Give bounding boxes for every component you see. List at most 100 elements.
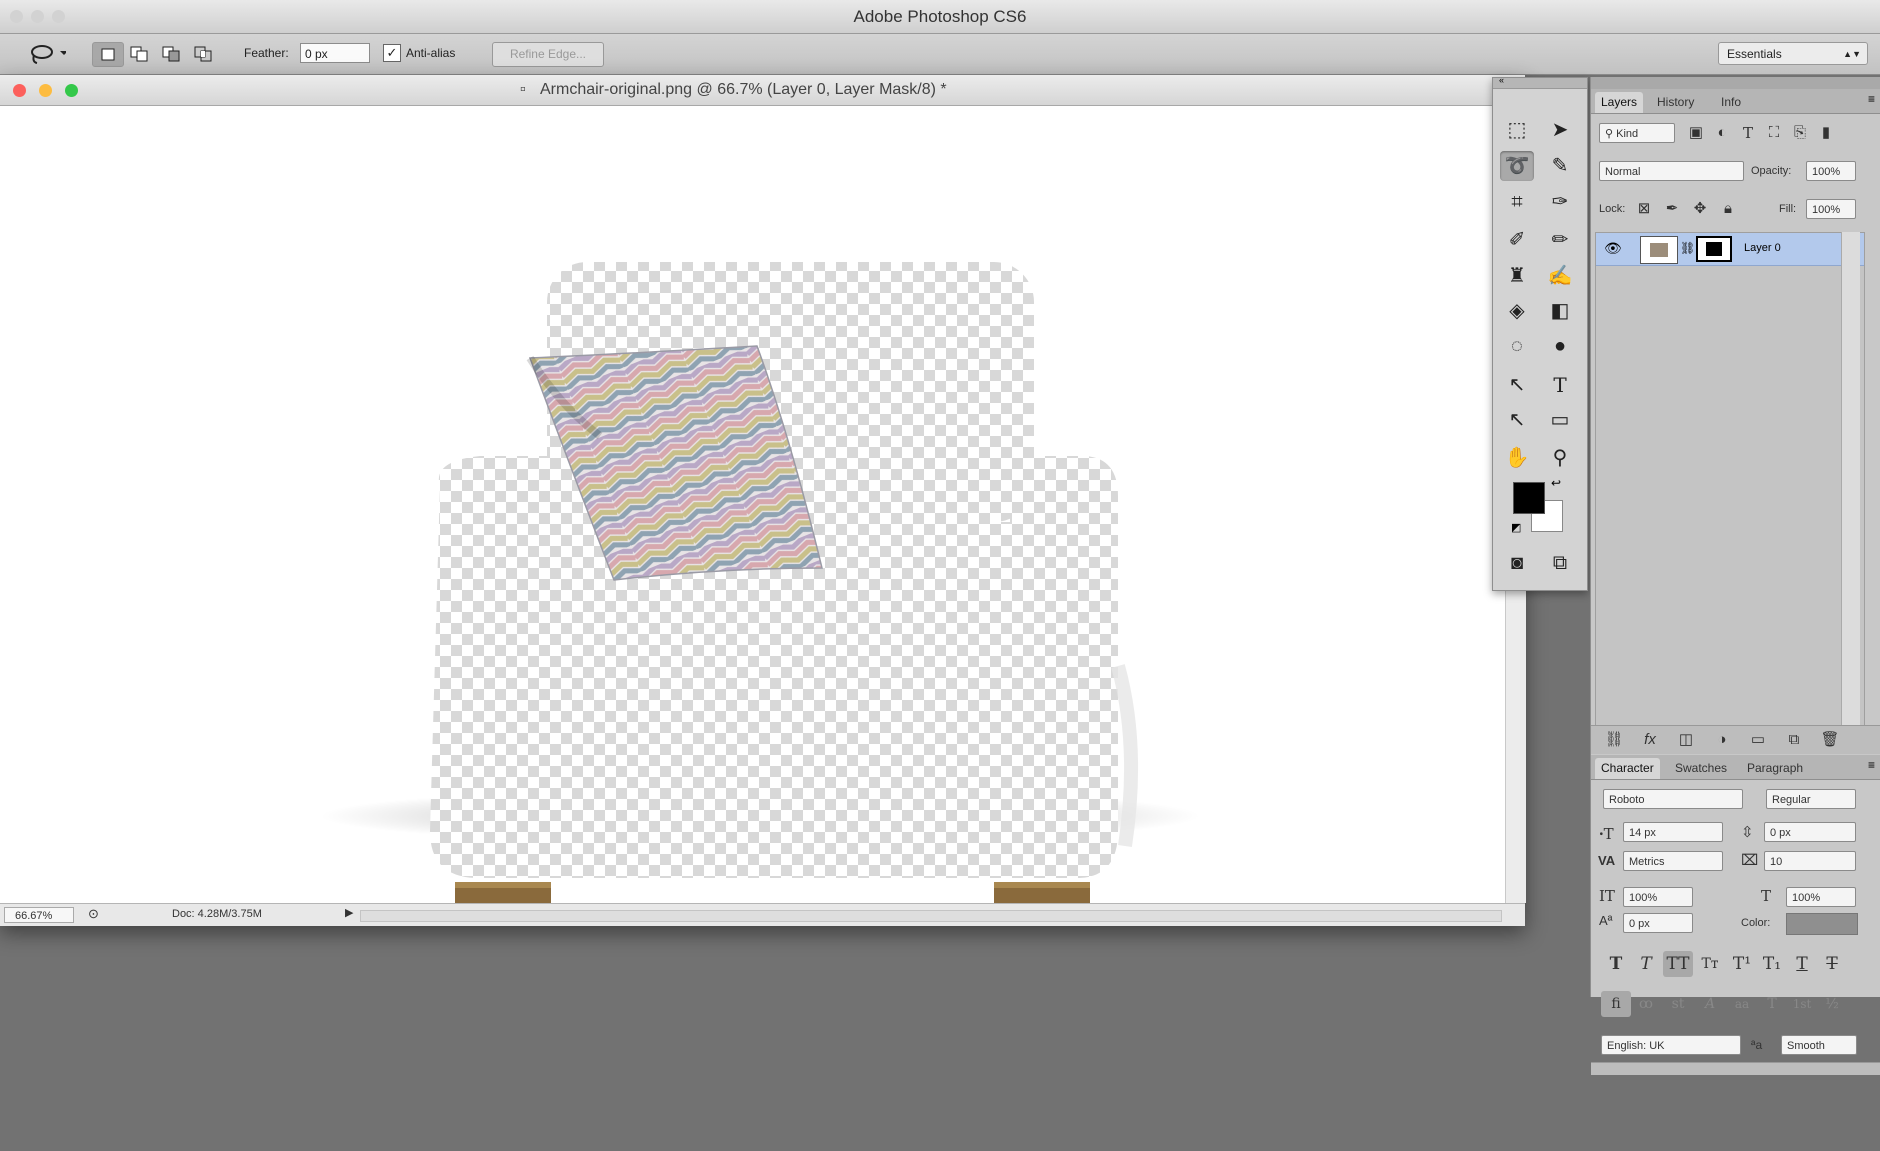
tab-paragraph[interactable]: Paragraph [1741, 758, 1809, 779]
blend-mode-select[interactable]: Normal [1599, 161, 1744, 181]
dock-header[interactable] [1591, 77, 1880, 89]
swap-colors-icon[interactable]: ↩ [1551, 476, 1561, 490]
tool-preset-picker[interactable] [20, 42, 68, 65]
kerning-select[interactable]: Metrics [1623, 851, 1723, 871]
lock-image-icon[interactable]: ✒ [1659, 197, 1685, 221]
tab-info[interactable]: Info [1715, 92, 1747, 113]
faux-italic-button[interactable]: T [1631, 951, 1661, 977]
fractions-button[interactable]: ½ [1817, 991, 1847, 1017]
hand-tool-icon[interactable]: ✋ [1500, 443, 1534, 473]
eyedropper-tool-icon[interactable]: ✑ [1543, 187, 1577, 217]
font-size-input[interactable]: 14 px [1623, 822, 1723, 842]
type-tool-icon[interactable]: T [1543, 370, 1577, 400]
filter-toggle-icon[interactable]: ▮ [1813, 121, 1839, 145]
filter-adjustment-icon[interactable]: ◐ [1709, 121, 1735, 145]
subtract-from-selection-button[interactable] [158, 42, 186, 65]
vertical-scale-input[interactable]: 100% [1623, 887, 1693, 907]
pen-tool-icon[interactable]: ↖ [1500, 370, 1534, 400]
baseline-shift-input[interactable]: 0 px [1623, 913, 1693, 933]
tracking-select[interactable]: 10 [1764, 851, 1856, 871]
app-minimize-icon[interactable] [31, 10, 44, 23]
quick-mask-icon[interactable]: ◙ [1500, 548, 1534, 578]
app-close-icon[interactable] [10, 10, 23, 23]
dodge-tool-icon[interactable]: ● [1543, 331, 1577, 361]
filter-shape-icon[interactable]: ⛶ [1761, 121, 1787, 145]
status-menu-arrow-icon[interactable]: ▶ [345, 906, 353, 919]
horizontal-scrollbar[interactable] [360, 910, 1502, 922]
tab-swatches[interactable]: Swatches [1669, 758, 1733, 779]
tab-layers[interactable]: Layers [1595, 92, 1644, 113]
ligatures-button[interactable]: fi [1601, 991, 1631, 1017]
small-caps-button[interactable]: Tт [1695, 951, 1725, 977]
new-group-icon[interactable]: ▭ [1745, 728, 1771, 752]
tools-panel-header[interactable]: « [1493, 75, 1587, 89]
collapse-icon[interactable]: « [1499, 75, 1504, 85]
workspace-select[interactable]: Essentials ▲▼ [1718, 42, 1868, 65]
layer-thumbnail[interactable] [1640, 236, 1678, 264]
language-select[interactable]: English: UK [1601, 1035, 1741, 1055]
spot-healing-tool-icon[interactable]: ✐ [1500, 225, 1534, 255]
screen-mode-icon[interactable]: ⧉ [1543, 548, 1577, 578]
opacity-input[interactable]: 100% [1806, 161, 1856, 181]
layer-row[interactable]: 👁︎ ⛓ Layer 0 [1596, 233, 1864, 266]
filter-smart-object-icon[interactable]: ⎘ [1787, 121, 1813, 145]
all-caps-button[interactable]: TT [1663, 951, 1693, 977]
text-color-swatch[interactable] [1786, 913, 1858, 935]
layer-name[interactable]: Layer 0 [1744, 242, 1781, 254]
strikethrough-button[interactable]: T [1817, 951, 1847, 977]
default-colors-icon[interactable]: ◩ [1511, 521, 1521, 534]
rectangular-marquee-tool-icon[interactable]: ⬚ [1500, 115, 1534, 145]
feather-input[interactable]: 0 px [300, 43, 370, 63]
crop-tool-icon[interactable]: ⌗ [1500, 187, 1534, 217]
path-selection-tool-icon[interactable]: ↖ [1500, 405, 1534, 435]
doc-close-icon[interactable] [13, 84, 26, 97]
eraser-tool-icon[interactable]: ◈ [1500, 296, 1534, 326]
fill-input[interactable]: 100% [1806, 199, 1856, 219]
layer-filter-select[interactable]: ⚲ Kind [1599, 123, 1675, 143]
doc-zoom-icon[interactable] [65, 84, 78, 97]
app-zoom-icon[interactable] [52, 10, 65, 23]
add-mask-icon[interactable]: ◫ [1673, 728, 1699, 752]
ordinals-button[interactable]: 1st [1787, 991, 1817, 1017]
zoom-tool-icon[interactable]: ⚲ [1543, 443, 1577, 473]
leading-input[interactable]: 0 px [1764, 822, 1856, 842]
lock-position-icon[interactable]: ✥ [1687, 197, 1713, 221]
filter-type-icon[interactable]: T [1735, 121, 1761, 145]
tab-character[interactable]: Character [1595, 758, 1660, 779]
lock-transparent-icon[interactable]: ⊠ [1631, 197, 1657, 221]
filter-pixel-icon[interactable]: ▣ [1683, 121, 1709, 145]
layers-scrollbar[interactable] [1841, 232, 1860, 732]
discretionary-ligatures-button[interactable]: ꝏ [1631, 991, 1661, 1017]
zoom-level-field[interactable]: 66.67% [4, 907, 74, 923]
eye-icon[interactable]: 👁︎ [1604, 240, 1622, 257]
move-tool-icon[interactable]: ➤ [1543, 115, 1577, 145]
chain-link-icon[interactable]: ⛓ [1680, 241, 1695, 255]
new-layer-icon[interactable]: ⧉ [1781, 728, 1807, 752]
lasso-tool-icon[interactable]: ➰ [1500, 151, 1534, 181]
brush-tool-icon[interactable]: ✏ [1543, 225, 1577, 255]
superscript-button[interactable]: T¹ [1727, 951, 1757, 977]
character-menu-icon[interactable]: ≡ [1868, 758, 1875, 772]
horizontal-scale-input[interactable]: 100% [1786, 887, 1856, 907]
clone-stamp-tool-icon[interactable]: ♜ [1500, 261, 1534, 291]
tab-history[interactable]: History [1651, 92, 1700, 113]
zoom-options-icon[interactable]: ⊙ [88, 906, 99, 922]
link-layers-icon[interactable]: ⛓ [1601, 728, 1627, 752]
layer-style-fx-icon[interactable]: fx [1637, 728, 1663, 752]
layer-mask-thumbnail[interactable] [1696, 236, 1732, 262]
antialias-method-select[interactable]: Smooth [1781, 1035, 1857, 1055]
contextual-alternates-button[interactable]: T [1757, 991, 1787, 1017]
gradient-tool-icon[interactable]: ◧ [1543, 296, 1577, 326]
adjustment-layer-icon[interactable]: ◑ [1709, 728, 1735, 752]
trash-icon[interactable]: 🗑︎ [1817, 728, 1843, 752]
document-canvas[interactable] [0, 106, 1505, 903]
font-family-select[interactable]: Roboto [1603, 789, 1743, 809]
rectangle-tool-icon[interactable]: ▭ [1543, 405, 1577, 435]
intersect-selection-button[interactable] [190, 42, 218, 65]
titling-alternates-button[interactable]: aa [1727, 991, 1757, 1017]
stylistic-alternates-button[interactable]: st [1663, 991, 1693, 1017]
font-style-select[interactable]: Regular [1766, 789, 1856, 809]
add-to-selection-button[interactable] [126, 42, 154, 65]
antialias-checkbox[interactable]: ✓ [383, 44, 401, 62]
subscript-button[interactable]: T₁ [1757, 951, 1787, 977]
